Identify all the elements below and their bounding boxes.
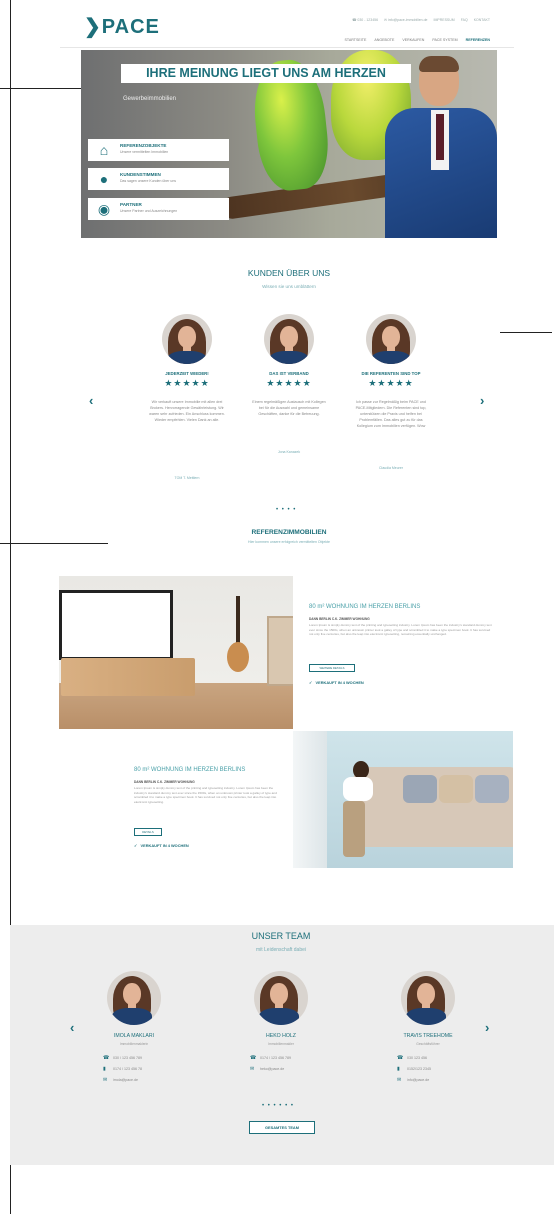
mail-icon: ✉ — [397, 1077, 402, 1083]
hero-item-desc: Das sagen unsere Kunden über uns — [120, 179, 177, 183]
team-avatar — [401, 971, 455, 1025]
faq-link[interactable]: FAQ — [461, 18, 468, 22]
gesamtes-team-button[interactable]: GESAMTES TEAM — [249, 1121, 315, 1134]
kunden-title: KUNDEN ÜBER UNS — [247, 268, 331, 278]
testimonial-text: Ich passe zur Regelmäßig beim PACE und P… — [355, 400, 427, 428]
team-member-role: Geschäftsführer — [416, 1042, 440, 1046]
logo-chevron-icon: ❯ — [84, 16, 102, 38]
team-next-arrow[interactable]: › — [485, 1020, 489, 1035]
hero-item-title: PARTNER — [120, 202, 142, 207]
team-member-email[interactable]: ✉ heko@pace.de — [250, 1066, 284, 1072]
nav-startseite[interactable]: STARTSEITE — [345, 38, 367, 42]
avatar — [162, 314, 212, 364]
team-title: UNSER TEAM — [251, 931, 311, 941]
speech-bubble-icon: ◉ — [97, 201, 111, 217]
mobile-icon: ▮ — [397, 1066, 400, 1072]
property-description: Lorem Ipsum is simply dummy text of the … — [309, 623, 492, 637]
hero-item-partner[interactable]: ◉ PARTNER Unsere Partner und Auszeichnun… — [88, 198, 229, 220]
referenz-title: REFERENZIMMOBILIEN — [251, 529, 327, 536]
nav-angebote[interactable]: ANGEBOTE — [374, 38, 394, 42]
property-sold-status: ✓ VERKAUFT IN 4 WOCHEN — [309, 680, 364, 685]
star-rating: ★★★★★ — [368, 378, 414, 388]
team-subtitle: mit Leidenschaft dabei — [255, 947, 307, 953]
team-member-role: Immobilienmakler — [268, 1042, 294, 1046]
email-info[interactable]: ✉ info@pace-immobilien.de — [384, 18, 427, 22]
logo-text: PACE — [101, 16, 160, 38]
kunden-subtitle: Wissen sie uns umblättern — [262, 284, 316, 289]
nav-pace-system[interactable]: PACE SYSTEM — [432, 38, 457, 42]
hero-item-kundenstimmen[interactable]: ● KUNDENSTIMMEN Das sagen unsere Kunden … — [88, 168, 229, 190]
testimonial-author[interactable]: TOM T. Mettlern — [142, 476, 232, 480]
team-member-phone[interactable]: ☎ 030 / 123 456 789 — [103, 1055, 142, 1061]
phone-icon: ☎ — [397, 1055, 404, 1061]
kunden-next-arrow[interactable]: › — [480, 393, 484, 408]
mobile-icon: ▮ — [103, 1066, 106, 1072]
team-member-name: HEKO HOLZ — [266, 1033, 296, 1039]
mail-icon: ✉ — [103, 1077, 108, 1083]
star-rating: ★★★★★ — [164, 378, 210, 388]
team-member-phone[interactable]: ☎ 0174 / 123 456 789 — [250, 1055, 291, 1061]
businessman-image — [381, 56, 497, 238]
property-subtitle: DANN BERLIN C.K. ZIMMER WOHNUNG — [309, 617, 370, 621]
phone-icon: ☎ — [250, 1055, 257, 1061]
team-member-email[interactable]: ✉ imola@pace.de — [103, 1077, 138, 1083]
annotation-line-3 — [0, 543, 108, 544]
team-member-name: TRAVIS TREEHOME — [403, 1033, 453, 1039]
property-subtitle: DANN BERLIN C.K. ZIMMER WOHNUNG — [134, 780, 195, 784]
team-avatar — [107, 971, 161, 1025]
header-divider — [60, 47, 514, 48]
referenz-subtitle: Hier kommen unsere erfolgreich vermittel… — [248, 540, 330, 544]
property-sold-status: ✓ VERKAUFT IN 4 WOCHEN — [134, 843, 189, 848]
team-carousel-dots[interactable]: • • • • • • — [262, 1103, 294, 1109]
team-member-mobile[interactable]: ▮ 0174 / 123 456 78 — [103, 1066, 142, 1072]
phone-info[interactable]: ☎ 030 - 123456 — [352, 18, 378, 22]
property-details-button[interactable]: DETAILS — [134, 828, 162, 836]
annotation-line-2 — [500, 332, 552, 333]
testimonial-title: DAS IST VERBAND — [269, 371, 309, 376]
star-rating: ★★★★★ — [266, 378, 312, 388]
property-image-sofa — [293, 731, 513, 868]
person-icon: ● — [99, 171, 109, 187]
testimonial-title: JEDERZEIT WIEDER! — [165, 371, 209, 376]
hero-subtitle: Gewerbeimmobilien — [123, 96, 177, 102]
property-title: 80 m² WOHNUNG IM HERZEN BERLINS — [309, 604, 421, 610]
hero-item-referenzobjekte[interactable]: ⌂ REFERENZOBJEKTE Unsere vermittelten Im… — [88, 139, 229, 161]
testimonial-author[interactable]: Claudia Meurer — [346, 466, 436, 470]
team-member-name: IMOLA MAKLARI — [113, 1033, 155, 1039]
phone-icon: ☎ — [103, 1055, 110, 1061]
team-member-email[interactable]: ✉ info@pace.de — [397, 1077, 429, 1083]
hero-item-title: KUNDENSTIMMEN — [120, 172, 161, 177]
top-info-bar: ☎ 030 - 123456 ✉ info@pace-immobilien.de… — [352, 18, 490, 22]
logo[interactable]: ❯PACE — [84, 14, 160, 39]
hero-item-title: REFERENZOBJEKTE — [120, 143, 167, 148]
property-description: Lorem Ipsum is simply dummy text of the … — [134, 786, 277, 804]
hero-item-desc: Unsere vermittelten Immobilien — [120, 150, 169, 154]
kunden-prev-arrow[interactable]: ‹ — [89, 393, 93, 408]
testimonial-title: DIE REFERENTEN SIND TOP — [361, 371, 421, 376]
property-details-button[interactable]: WEITERE DETAILS — [309, 664, 355, 672]
avatar — [366, 314, 416, 364]
mail-icon: ✉ — [250, 1066, 255, 1072]
carousel-dots[interactable]: • • • • — [276, 507, 296, 513]
team-member-phone[interactable]: ☎ 030 123 456 — [397, 1055, 427, 1061]
hero-item-desc: Unsere Partner und Auszeichnungen — [120, 209, 178, 213]
testimonial-text: Einem regelmäßigen Austausch mit Kollege… — [252, 400, 326, 416]
team-avatar — [254, 971, 308, 1025]
avatar — [264, 314, 314, 364]
nav-referenzen[interactable]: REFERENZEN — [466, 38, 490, 42]
main-nav: STARTSEITE ANGEBOTE VERKAUFEN PACE SYSTE… — [345, 38, 490, 42]
testimonial-author[interactable]: Jona Kanazek — [244, 450, 334, 454]
property-title: 80 m² WOHNUNG IM HERZEN BERLINS — [134, 767, 246, 773]
home-icon: ⌂ — [99, 142, 109, 158]
impressum-link[interactable]: IMPRESSUM — [434, 18, 455, 22]
property-image-living-room — [59, 576, 293, 729]
nav-verkaufen[interactable]: VERKAUFEN — [402, 38, 424, 42]
team-member-role: Immobilienmaklerin — [119, 1042, 149, 1046]
team-prev-arrow[interactable]: ‹ — [70, 1020, 74, 1035]
testimonial-text: Wir verkauft unsere Immobilie mit allen … — [149, 400, 225, 422]
hero-title: IHRE MEINUNG LIEGT UNS AM HERZEN — [121, 64, 411, 83]
team-member-mobile[interactable]: ▮ 0152/123 2345 — [397, 1066, 431, 1072]
kontakt-link[interactable]: KONTAKT — [474, 18, 490, 22]
